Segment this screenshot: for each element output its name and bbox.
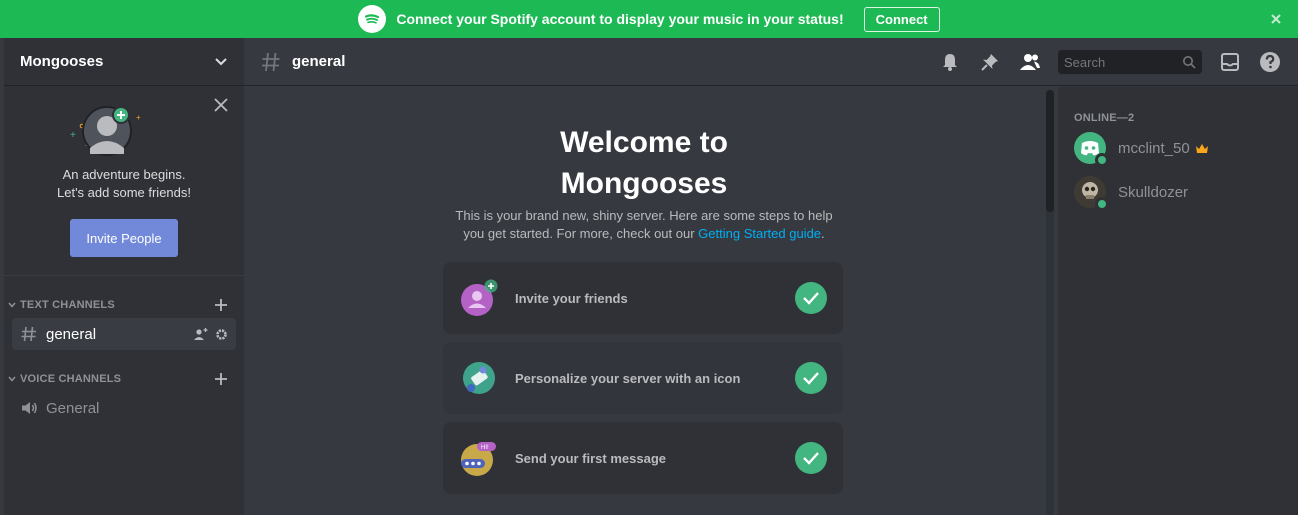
- chevron-down-icon: [215, 57, 227, 65]
- checkmark-icon: [795, 362, 827, 394]
- avatar: [1074, 176, 1109, 211]
- channel-title: general: [292, 53, 346, 70]
- spotify-banner: Connect your Spotify account to display …: [0, 0, 1298, 38]
- add-channel-icon[interactable]: [214, 372, 228, 386]
- scrollbar-thumb[interactable]: [1046, 90, 1054, 212]
- svg-text:+: +: [136, 113, 141, 122]
- step-send-message[interactable]: HI! Send your first message: [443, 422, 843, 494]
- checkmark-icon: [795, 282, 827, 314]
- gear-icon[interactable]: [215, 328, 228, 341]
- hash-icon: [262, 52, 280, 71]
- step-label: Personalize your server with an icon: [515, 370, 741, 386]
- avatar: [1074, 132, 1109, 167]
- channel-sidebar: Mongooses + :: + An adventure begins. Le…: [4, 38, 244, 515]
- step-label: Invite your friends: [515, 290, 628, 306]
- members-icon[interactable]: [1018, 50, 1042, 74]
- invite-people-button[interactable]: Invite People: [70, 219, 178, 257]
- step-invite-friends[interactable]: Invite your friends: [443, 262, 843, 334]
- search-icon: [1183, 56, 1196, 69]
- server-name: Mongooses: [20, 53, 104, 70]
- hash-icon: [21, 326, 36, 342]
- svg-text:HI!: HI!: [481, 445, 489, 451]
- banner-message: Connect your Spotify account to display …: [396, 11, 844, 27]
- svg-text:+: +: [70, 130, 76, 141]
- spotify-icon: [358, 5, 387, 33]
- member-list: ONLINE—2 mcclint_50 Skulldozer: [1058, 87, 1298, 515]
- add-channel-icon[interactable]: [214, 298, 228, 312]
- connect-button[interactable]: Connect: [863, 6, 940, 32]
- channel-name: General: [46, 399, 100, 417]
- channel-name: general: [46, 325, 97, 343]
- invite-friends-icon: [459, 278, 499, 318]
- text-channels-category[interactable]: TEXT CHANNELS: [4, 296, 244, 314]
- online-status-icon: [1095, 197, 1109, 211]
- getting-started-link[interactable]: Getting Started guide: [698, 226, 821, 241]
- invite-text: An adventure begins. Let's add some frie…: [57, 167, 191, 200]
- crown-icon: [1195, 143, 1208, 153]
- banner-close-icon[interactable]: [1268, 11, 1284, 27]
- channel-general[interactable]: general: [12, 318, 236, 350]
- personalize-icon: [459, 358, 499, 398]
- step-label: Send your first message: [515, 450, 666, 466]
- category-label: TEXT CHANNELS: [20, 299, 115, 311]
- bell-icon[interactable]: [938, 50, 962, 74]
- online-status-icon: [1095, 153, 1109, 167]
- chevron-down-icon: [8, 376, 16, 382]
- create-invite-icon[interactable]: [193, 327, 209, 341]
- help-icon[interactable]: [1258, 50, 1282, 74]
- welcome-title: Welcome to Mongooses: [560, 126, 728, 200]
- member-name: Skulldozer: [1118, 183, 1189, 201]
- search-input[interactable]: [1064, 54, 1174, 70]
- server-header[interactable]: Mongooses: [4, 38, 244, 86]
- pin-icon[interactable]: [978, 50, 1002, 74]
- member-item[interactable]: mcclint_50: [1074, 128, 1294, 168]
- welcome-subtitle: This is your brand new, shiny server. He…: [455, 208, 833, 241]
- search-box[interactable]: [1058, 50, 1202, 74]
- online-heading: ONLINE—2: [1074, 112, 1135, 124]
- voice-channel-general[interactable]: General: [12, 392, 236, 424]
- message-icon: HI!: [459, 438, 499, 478]
- member-name: mcclint_50: [1118, 139, 1190, 157]
- add-friend-avatar-icon: + :: +: [70, 106, 154, 156]
- chevron-down-icon: [8, 302, 16, 308]
- voice-channels-category[interactable]: VOICE CHANNELS: [4, 370, 244, 388]
- checkmark-icon: [795, 442, 827, 474]
- inbox-icon[interactable]: [1218, 50, 1242, 74]
- member-item[interactable]: Skulldozer: [1074, 172, 1294, 212]
- close-icon[interactable]: [214, 98, 228, 117]
- category-label: VOICE CHANNELS: [20, 373, 122, 385]
- speaker-icon: [22, 402, 37, 414]
- step-personalize-server[interactable]: Personalize your server with an icon: [443, 342, 843, 414]
